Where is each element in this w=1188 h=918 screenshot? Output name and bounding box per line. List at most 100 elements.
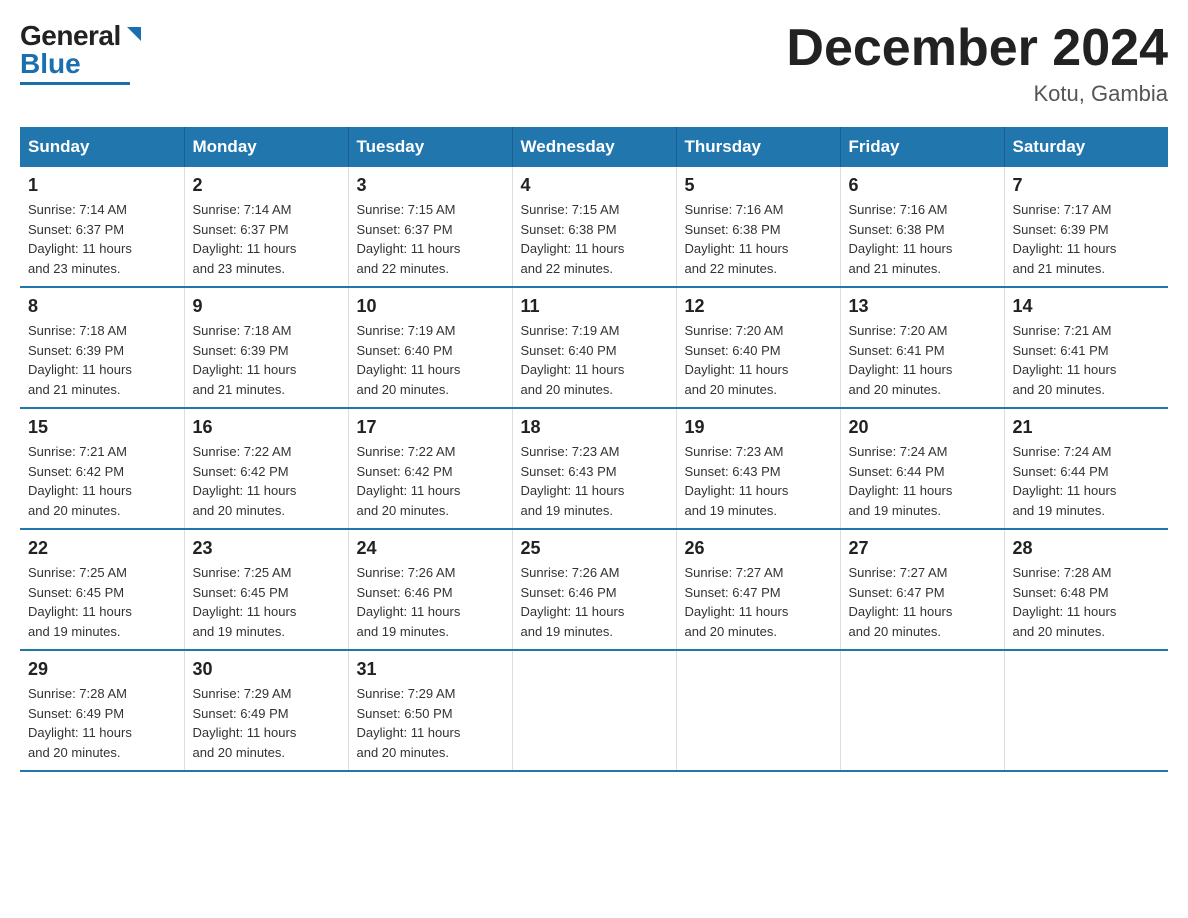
day-info: Sunrise: 7:20 AMSunset: 6:40 PMDaylight:… (685, 321, 832, 399)
calendar-cell: 29 Sunrise: 7:28 AMSunset: 6:49 PMDaylig… (20, 650, 184, 771)
calendar-cell: 30 Sunrise: 7:29 AMSunset: 6:49 PMDaylig… (184, 650, 348, 771)
day-number: 22 (28, 538, 176, 559)
calendar-cell: 28 Sunrise: 7:28 AMSunset: 6:48 PMDaylig… (1004, 529, 1168, 650)
calendar-cell: 11 Sunrise: 7:19 AMSunset: 6:40 PMDaylig… (512, 287, 676, 408)
header-thursday: Thursday (676, 127, 840, 167)
day-info: Sunrise: 7:23 AMSunset: 6:43 PMDaylight:… (521, 442, 668, 520)
calendar-cell: 27 Sunrise: 7:27 AMSunset: 6:47 PMDaylig… (840, 529, 1004, 650)
header-monday: Monday (184, 127, 348, 167)
day-info: Sunrise: 7:28 AMSunset: 6:49 PMDaylight:… (28, 684, 176, 762)
page-header: General Blue December 2024 Kotu, Gambia (20, 20, 1168, 107)
day-info: Sunrise: 7:26 AMSunset: 6:46 PMDaylight:… (521, 563, 668, 641)
logo: General Blue (20, 20, 145, 85)
day-number: 29 (28, 659, 176, 680)
calendar-cell: 9 Sunrise: 7:18 AMSunset: 6:39 PMDayligh… (184, 287, 348, 408)
day-info: Sunrise: 7:29 AMSunset: 6:49 PMDaylight:… (193, 684, 340, 762)
calendar-cell: 19 Sunrise: 7:23 AMSunset: 6:43 PMDaylig… (676, 408, 840, 529)
calendar-table: Sunday Monday Tuesday Wednesday Thursday… (20, 127, 1168, 772)
day-number: 21 (1013, 417, 1161, 438)
day-number: 14 (1013, 296, 1161, 317)
day-number: 18 (521, 417, 668, 438)
day-info: Sunrise: 7:17 AMSunset: 6:39 PMDaylight:… (1013, 200, 1161, 278)
calendar-cell (840, 650, 1004, 771)
day-number: 13 (849, 296, 996, 317)
day-number: 9 (193, 296, 340, 317)
calendar-subtitle: Kotu, Gambia (786, 81, 1168, 107)
day-info: Sunrise: 7:24 AMSunset: 6:44 PMDaylight:… (849, 442, 996, 520)
calendar-cell: 21 Sunrise: 7:24 AMSunset: 6:44 PMDaylig… (1004, 408, 1168, 529)
header-friday: Friday (840, 127, 1004, 167)
day-number: 10 (357, 296, 504, 317)
day-number: 7 (1013, 175, 1161, 196)
day-info: Sunrise: 7:19 AMSunset: 6:40 PMDaylight:… (357, 321, 504, 399)
calendar-cell: 12 Sunrise: 7:20 AMSunset: 6:40 PMDaylig… (676, 287, 840, 408)
day-info: Sunrise: 7:22 AMSunset: 6:42 PMDaylight:… (357, 442, 504, 520)
calendar-cell: 8 Sunrise: 7:18 AMSunset: 6:39 PMDayligh… (20, 287, 184, 408)
day-number: 3 (357, 175, 504, 196)
day-info: Sunrise: 7:15 AMSunset: 6:37 PMDaylight:… (357, 200, 504, 278)
calendar-cell: 23 Sunrise: 7:25 AMSunset: 6:45 PMDaylig… (184, 529, 348, 650)
calendar-cell: 20 Sunrise: 7:24 AMSunset: 6:44 PMDaylig… (840, 408, 1004, 529)
day-number: 28 (1013, 538, 1161, 559)
day-info: Sunrise: 7:27 AMSunset: 6:47 PMDaylight:… (685, 563, 832, 641)
day-info: Sunrise: 7:16 AMSunset: 6:38 PMDaylight:… (849, 200, 996, 278)
day-info: Sunrise: 7:25 AMSunset: 6:45 PMDaylight:… (28, 563, 176, 641)
day-info: Sunrise: 7:16 AMSunset: 6:38 PMDaylight:… (685, 200, 832, 278)
calendar-cell: 24 Sunrise: 7:26 AMSunset: 6:46 PMDaylig… (348, 529, 512, 650)
day-number: 6 (849, 175, 996, 196)
day-number: 1 (28, 175, 176, 196)
header-tuesday: Tuesday (348, 127, 512, 167)
logo-blue-text: Blue (20, 48, 81, 80)
day-number: 27 (849, 538, 996, 559)
calendar-cell: 7 Sunrise: 7:17 AMSunset: 6:39 PMDayligh… (1004, 167, 1168, 287)
calendar-week-row: 1 Sunrise: 7:14 AMSunset: 6:37 PMDayligh… (20, 167, 1168, 287)
calendar-title: December 2024 (786, 20, 1168, 77)
calendar-cell: 31 Sunrise: 7:29 AMSunset: 6:50 PMDaylig… (348, 650, 512, 771)
calendar-cell: 6 Sunrise: 7:16 AMSunset: 6:38 PMDayligh… (840, 167, 1004, 287)
calendar-cell (1004, 650, 1168, 771)
header-wednesday: Wednesday (512, 127, 676, 167)
day-info: Sunrise: 7:15 AMSunset: 6:38 PMDaylight:… (521, 200, 668, 278)
day-number: 16 (193, 417, 340, 438)
logo-underline (20, 82, 130, 85)
calendar-cell: 10 Sunrise: 7:19 AMSunset: 6:40 PMDaylig… (348, 287, 512, 408)
day-info: Sunrise: 7:27 AMSunset: 6:47 PMDaylight:… (849, 563, 996, 641)
day-number: 30 (193, 659, 340, 680)
calendar-cell: 15 Sunrise: 7:21 AMSunset: 6:42 PMDaylig… (20, 408, 184, 529)
day-number: 25 (521, 538, 668, 559)
calendar-week-row: 8 Sunrise: 7:18 AMSunset: 6:39 PMDayligh… (20, 287, 1168, 408)
day-number: 12 (685, 296, 832, 317)
calendar-cell: 22 Sunrise: 7:25 AMSunset: 6:45 PMDaylig… (20, 529, 184, 650)
day-number: 4 (521, 175, 668, 196)
day-number: 31 (357, 659, 504, 680)
calendar-cell: 16 Sunrise: 7:22 AMSunset: 6:42 PMDaylig… (184, 408, 348, 529)
calendar-week-row: 29 Sunrise: 7:28 AMSunset: 6:49 PMDaylig… (20, 650, 1168, 771)
header-sunday: Sunday (20, 127, 184, 167)
title-block: December 2024 Kotu, Gambia (786, 20, 1168, 107)
calendar-cell: 3 Sunrise: 7:15 AMSunset: 6:37 PMDayligh… (348, 167, 512, 287)
day-number: 15 (28, 417, 176, 438)
day-info: Sunrise: 7:14 AMSunset: 6:37 PMDaylight:… (28, 200, 176, 278)
header-saturday: Saturday (1004, 127, 1168, 167)
day-info: Sunrise: 7:23 AMSunset: 6:43 PMDaylight:… (685, 442, 832, 520)
day-info: Sunrise: 7:28 AMSunset: 6:48 PMDaylight:… (1013, 563, 1161, 641)
day-number: 20 (849, 417, 996, 438)
day-info: Sunrise: 7:21 AMSunset: 6:41 PMDaylight:… (1013, 321, 1161, 399)
day-info: Sunrise: 7:26 AMSunset: 6:46 PMDaylight:… (357, 563, 504, 641)
day-number: 2 (193, 175, 340, 196)
calendar-cell (512, 650, 676, 771)
calendar-cell: 13 Sunrise: 7:20 AMSunset: 6:41 PMDaylig… (840, 287, 1004, 408)
day-number: 17 (357, 417, 504, 438)
day-number: 23 (193, 538, 340, 559)
calendar-week-row: 15 Sunrise: 7:21 AMSunset: 6:42 PMDaylig… (20, 408, 1168, 529)
day-info: Sunrise: 7:14 AMSunset: 6:37 PMDaylight:… (193, 200, 340, 278)
day-number: 26 (685, 538, 832, 559)
calendar-cell: 14 Sunrise: 7:21 AMSunset: 6:41 PMDaylig… (1004, 287, 1168, 408)
day-info: Sunrise: 7:20 AMSunset: 6:41 PMDaylight:… (849, 321, 996, 399)
calendar-cell: 2 Sunrise: 7:14 AMSunset: 6:37 PMDayligh… (184, 167, 348, 287)
logo-triangle-icon (123, 23, 145, 45)
calendar-cell (676, 650, 840, 771)
day-info: Sunrise: 7:18 AMSunset: 6:39 PMDaylight:… (193, 321, 340, 399)
day-number: 8 (28, 296, 176, 317)
calendar-cell: 26 Sunrise: 7:27 AMSunset: 6:47 PMDaylig… (676, 529, 840, 650)
